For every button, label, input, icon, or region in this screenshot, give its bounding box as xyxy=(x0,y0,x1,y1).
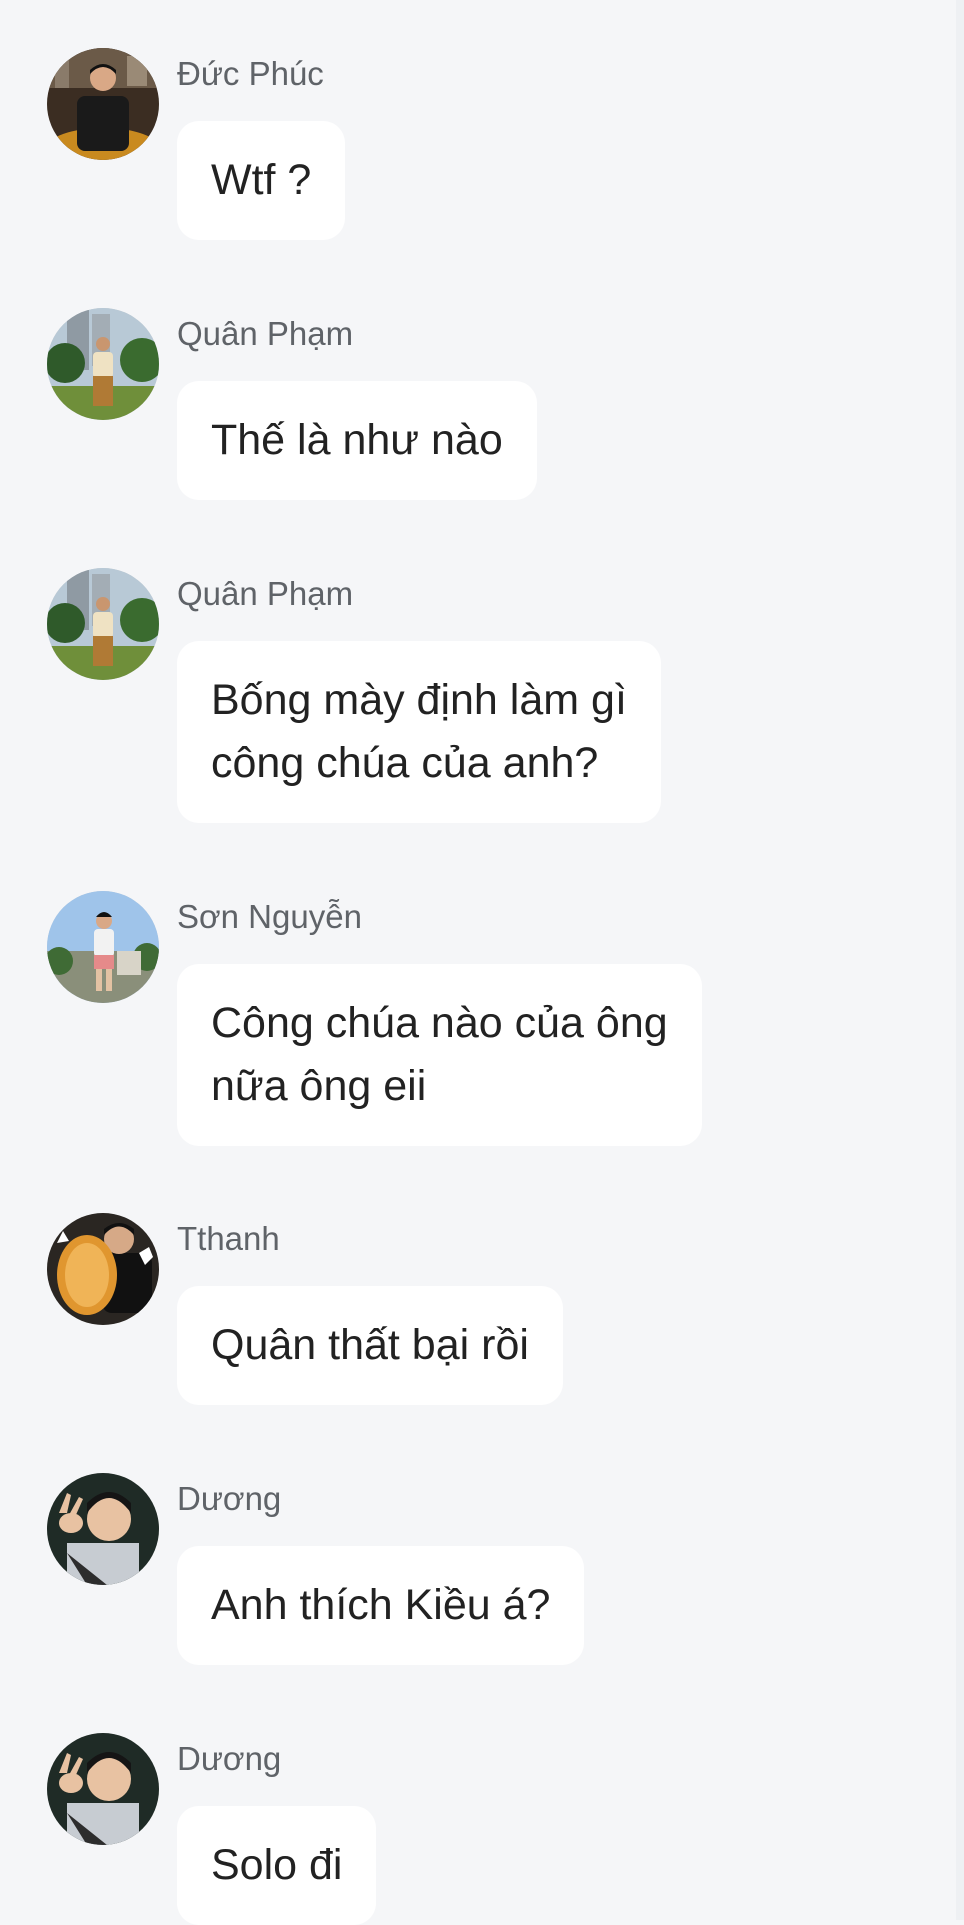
avatar[interactable] xyxy=(47,1733,159,1845)
avatar[interactable] xyxy=(47,568,159,680)
son-nguyen-avatar-image xyxy=(47,891,159,1003)
sender-name: Đức Phúc xyxy=(177,55,324,92)
avatar[interactable] xyxy=(47,891,159,1003)
message-bubble[interactable]: Wtf ? xyxy=(177,121,346,240)
duc-phuc-avatar-image xyxy=(47,48,159,160)
message-bubble[interactable]: Thế là như nào xyxy=(177,381,537,500)
avatar[interactable] xyxy=(47,1213,159,1325)
message-bubble[interactable]: Công chúa nào của ông nữa ông eii xyxy=(177,964,702,1146)
quan-pham-avatar-image xyxy=(47,568,159,680)
tthanh-avatar-image xyxy=(47,1213,159,1325)
duong-avatar-image xyxy=(47,1733,159,1845)
sender-name: Quân Phạm xyxy=(177,575,354,612)
message-bubble[interactable]: Anh thích Kiều á? xyxy=(177,1546,585,1665)
quan-pham-avatar-image xyxy=(47,308,159,420)
message-bubble[interactable]: Bống mày định làm gì công chúa của anh? xyxy=(177,641,661,823)
sender-name: Tthanh xyxy=(177,1220,280,1257)
sender-name: Quân Phạm xyxy=(177,315,354,352)
message-bubble[interactable]: Solo đi xyxy=(177,1806,377,1925)
sender-name: Sơn Nguyễn xyxy=(177,898,362,935)
avatar[interactable] xyxy=(47,48,159,160)
sender-name: Dương xyxy=(177,1480,282,1517)
scrollbar[interactable] xyxy=(956,0,964,1920)
message-bubble[interactable]: Quân thất bại rồi xyxy=(177,1286,563,1405)
avatar[interactable] xyxy=(47,308,159,420)
duong-avatar-image xyxy=(47,1473,159,1585)
avatar[interactable] xyxy=(47,1473,159,1585)
sender-name: Dương xyxy=(177,1740,282,1777)
